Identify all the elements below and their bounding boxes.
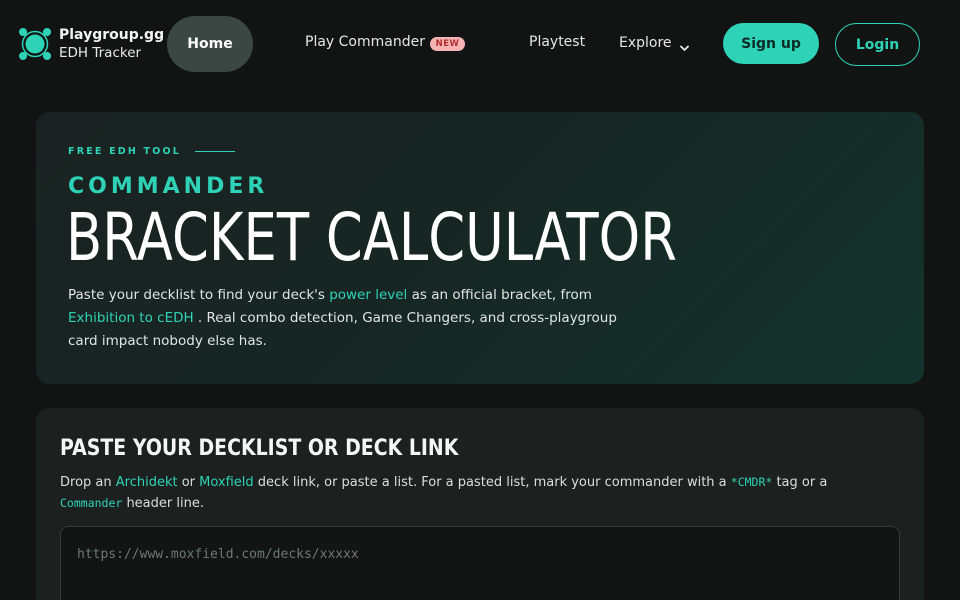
decklist-card: PASTE YOUR DECKLIST OR DECK LINK Drop an… xyxy=(36,408,924,600)
instructions-part: deck link, or paste a list. For a pasted… xyxy=(253,475,731,490)
nav-home-link[interactable]: Home xyxy=(167,16,253,72)
new-badge: NEW xyxy=(430,37,465,51)
instructions-part: tag or a xyxy=(772,475,828,490)
hero-desc-part: as an official bracket, from xyxy=(407,287,592,303)
hero-eyebrow-text: FREE EDH TOOL xyxy=(68,146,182,157)
hero-description: Paste your decklist to find your deck's … xyxy=(68,284,638,353)
instructions-part: Drop an xyxy=(60,475,116,490)
instructions-part: or xyxy=(177,475,200,490)
chevron-down-icon xyxy=(679,40,689,51)
decklist-instructions: Drop an Archidekt or Moxfield deck link,… xyxy=(60,472,880,514)
nav-play-commander-link[interactable]: Play Commander xyxy=(305,34,425,50)
hero-card: FREE EDH TOOL COMMANDER BRACKET CALCULAT… xyxy=(36,112,924,384)
nav-playtest-link[interactable]: Playtest xyxy=(529,34,585,50)
hero-kicker: COMMANDER xyxy=(68,174,269,199)
brand-name: Playgroup.gg xyxy=(59,27,165,43)
hero-desc-part: Paste your decklist to find your deck's xyxy=(68,287,330,303)
signup-button[interactable]: Sign up xyxy=(723,23,819,64)
page-title: BRACKET CALCULATOR xyxy=(66,199,677,276)
decklist-heading: PASTE YOUR DECKLIST OR DECK LINK xyxy=(60,436,459,461)
top-nav: Playgroup.gg EDH Tracker Home Play Comma… xyxy=(0,0,960,88)
brand-link[interactable]: Playgroup.gg EDH Tracker xyxy=(18,26,164,62)
eyebrow-divider xyxy=(195,151,236,152)
brand-subtitle: EDH Tracker xyxy=(59,45,142,61)
decklist-input[interactable] xyxy=(60,526,900,600)
playgroup-logo-icon xyxy=(18,27,52,61)
instructions-part: header line. xyxy=(122,496,204,511)
brand-text: Playgroup.gg EDH Tracker xyxy=(59,26,164,62)
power-level-link[interactable]: power level xyxy=(329,287,407,303)
exhibition-to-cedh-link[interactable]: Exhibition to cEDH xyxy=(68,310,194,326)
nav-explore-dropdown[interactable]: Explore xyxy=(619,35,689,51)
archidekt-link[interactable]: Archidekt xyxy=(116,475,178,490)
cmdr-tag-code: *CMDR* xyxy=(730,475,773,489)
moxfield-link[interactable]: Moxfield xyxy=(199,475,254,490)
login-button[interactable]: Login xyxy=(835,23,920,66)
nav-explore-label: Explore xyxy=(619,35,672,51)
commander-code: Commander xyxy=(60,496,123,510)
hero-eyebrow: FREE EDH TOOL xyxy=(68,146,236,157)
